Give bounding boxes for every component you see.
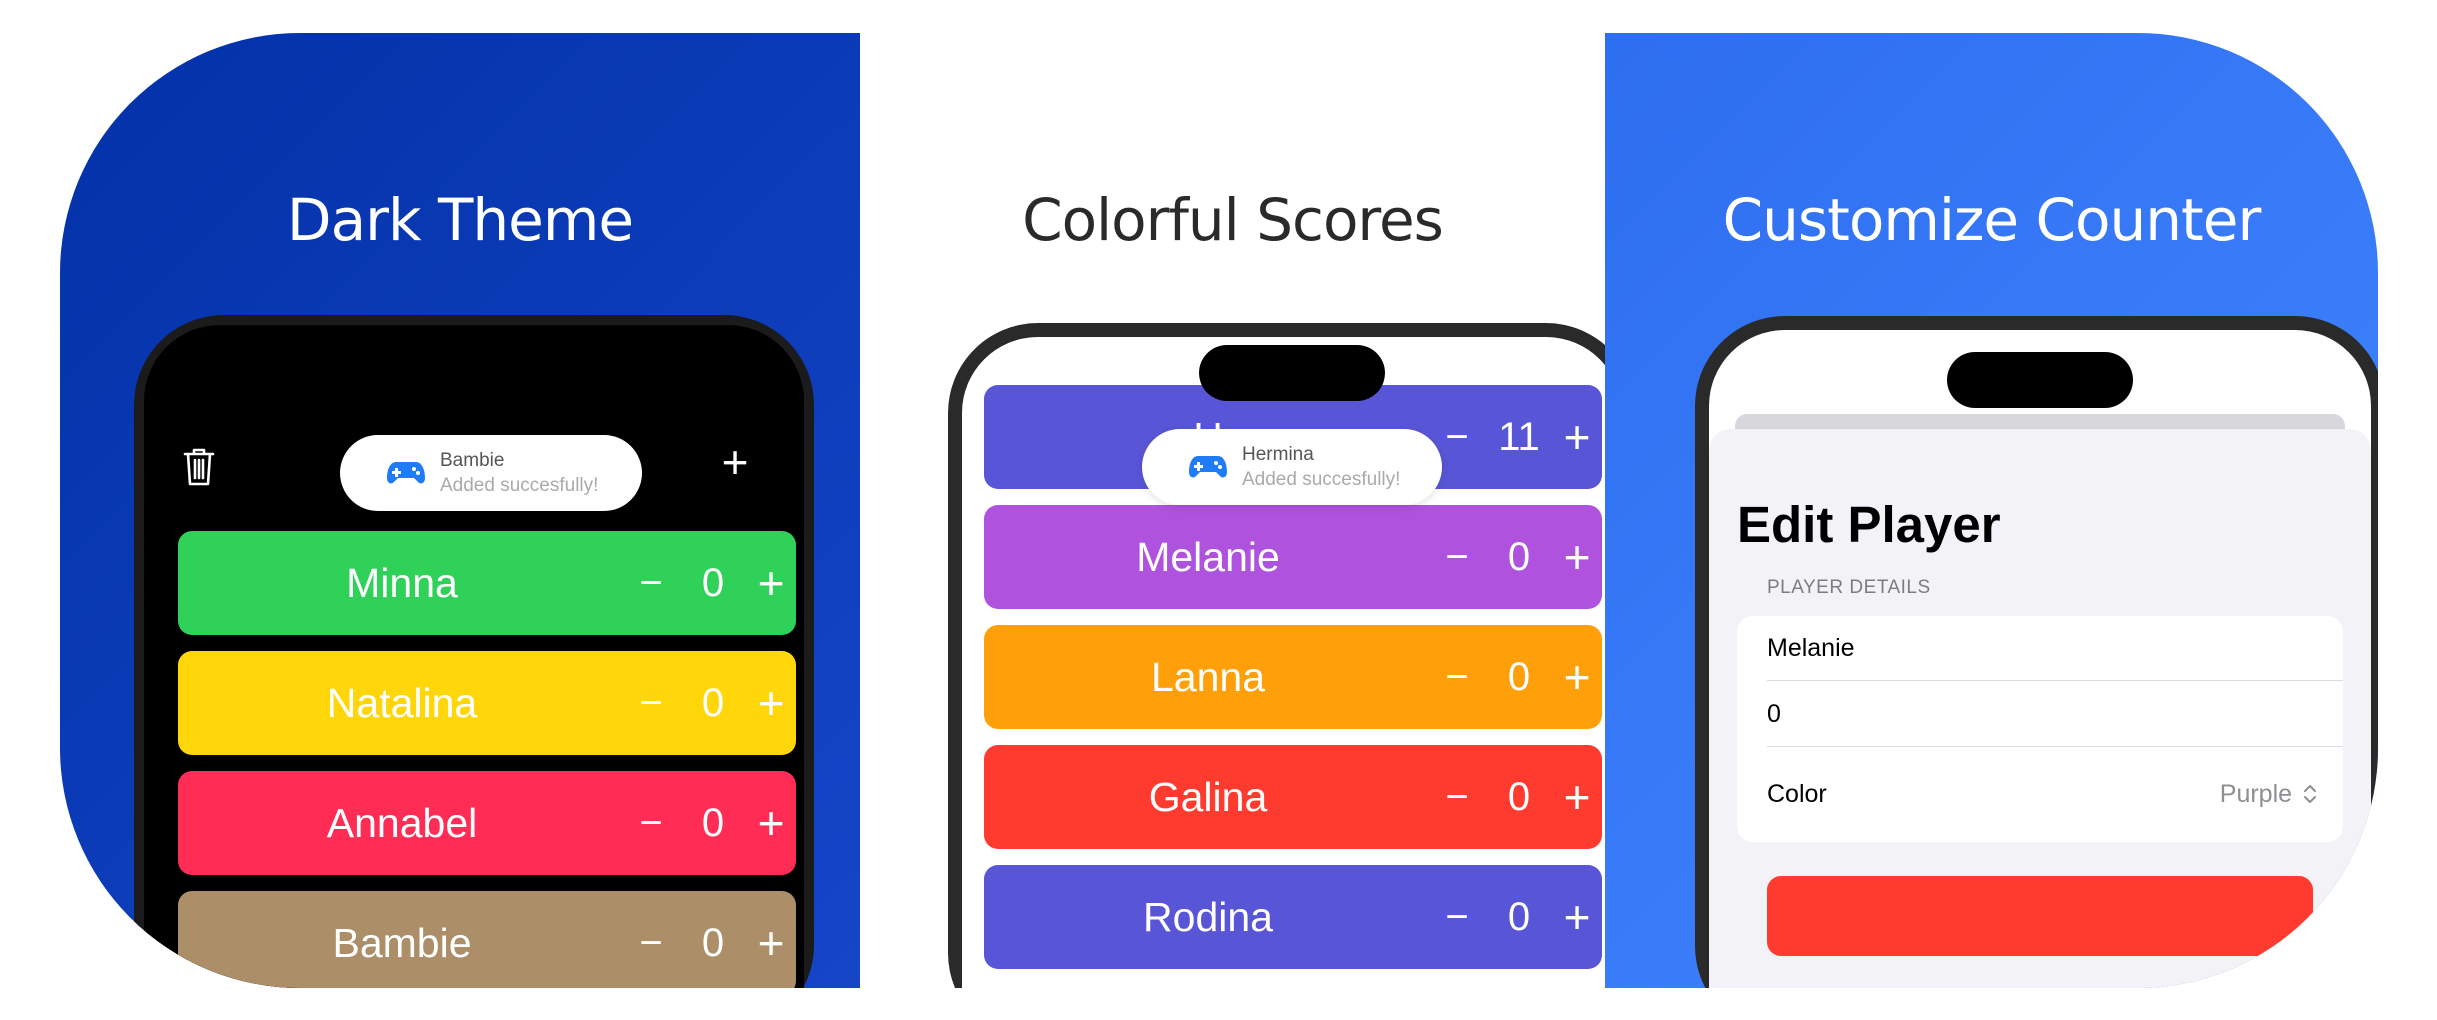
decrement-button[interactable]: −: [1432, 655, 1482, 700]
phone-screen: Bambie Added succesfully! + Minna − 0 + …: [144, 325, 804, 988]
player-score: 0: [1507, 894, 1531, 939]
player-row: Lanna − 0 +: [984, 625, 1602, 729]
increment-button[interactable]: +: [1549, 650, 1605, 704]
player-score: 0: [1507, 534, 1531, 579]
divider: [1767, 680, 2343, 681]
player-score: 0: [701, 560, 725, 605]
phone-mockup: Edit Player PLAYER DETAILS Melanie 0 Col…: [1695, 316, 2378, 988]
toast-title: Bambie: [440, 450, 505, 471]
colorful-scores-panel: Colorful Scores H − 11 + Melanie − 0 + L…: [860, 33, 1605, 988]
panel-title: Dark Theme: [286, 186, 634, 254]
customize-counter-panel: Customize Counter Edit Player PLAYER DET…: [1605, 33, 2378, 988]
dynamic-island: [1199, 345, 1385, 401]
player-row: Bambie − 0 +: [178, 891, 796, 988]
toast-title: Hermina: [1242, 444, 1314, 465]
player-score: 0: [1507, 654, 1531, 699]
color-label: Color: [1767, 780, 1827, 808]
section-header: PLAYER DETAILS: [1767, 577, 1931, 598]
player-name[interactable]: Natalina: [178, 680, 626, 727]
player-row: Rodina − 0 +: [984, 865, 1602, 969]
panel-title: Customize Counter: [1722, 186, 2262, 254]
decrement-button[interactable]: −: [626, 801, 676, 846]
player-score: 0: [701, 800, 725, 845]
decrement-button[interactable]: −: [1432, 895, 1482, 940]
player-row: Annabel − 0 +: [178, 771, 796, 875]
increment-button[interactable]: +: [1549, 890, 1605, 944]
increment-button[interactable]: +: [1549, 770, 1605, 824]
delete-player-button[interactable]: [1767, 876, 2313, 956]
increment-button[interactable]: +: [743, 796, 799, 850]
page-title: Edit Player: [1737, 496, 2001, 553]
panel-title: Colorful Scores: [1022, 186, 1444, 254]
gamecontroller-icon: [387, 462, 425, 484]
toast-subtitle: Added succesfully!: [440, 475, 599, 496]
gamecontroller-icon: [1189, 456, 1227, 478]
chevron-up-down-icon: [2304, 785, 2316, 803]
increment-button[interactable]: +: [1549, 410, 1605, 464]
phone-screen: H − 11 + Melanie − 0 + Lanna − 0 +: [962, 337, 1605, 988]
decrement-button[interactable]: −: [1432, 775, 1482, 820]
decrement-button[interactable]: −: [626, 561, 676, 606]
color-value: Purple: [2219, 780, 2293, 808]
promo-banner: Dark Theme Bambie Added succesfully! + M…: [60, 33, 2378, 988]
add-player-button[interactable]: +: [710, 435, 760, 489]
color-picker[interactable]: Purple: [2220, 780, 2317, 809]
player-score: 0: [701, 920, 725, 965]
divider: [1767, 746, 2343, 747]
player-score: 0: [1507, 774, 1531, 819]
dark-theme-panel: Dark Theme Bambie Added succesfully! + M…: [60, 33, 860, 988]
player-name[interactable]: Lanna: [984, 654, 1432, 701]
increment-button[interactable]: +: [743, 676, 799, 730]
trash-icon[interactable]: [182, 447, 216, 487]
phone-mockup: Bambie Added succesfully! + Minna − 0 + …: [134, 315, 814, 988]
toast-subtitle: Added succesfully!: [1242, 469, 1401, 490]
player-score: 0: [701, 680, 725, 725]
decrement-button[interactable]: −: [626, 681, 676, 726]
player-row: Melanie − 0 +: [984, 505, 1602, 609]
player-row: Natalina − 0 +: [178, 651, 796, 755]
increment-button[interactable]: +: [1549, 530, 1605, 584]
player-score-field[interactable]: 0: [1767, 700, 1781, 729]
phone-screen: Edit Player PLAYER DETAILS Melanie 0 Col…: [1709, 330, 2371, 988]
player-name[interactable]: Melanie: [984, 534, 1432, 581]
player-row: Galina − 0 +: [984, 745, 1602, 849]
player-details-card: Melanie 0 Color Purple: [1737, 616, 2343, 842]
edit-player-sheet: Edit Player PLAYER DETAILS Melanie 0 Col…: [1709, 429, 2371, 988]
dynamic-island: [1947, 352, 2133, 408]
increment-button[interactable]: +: [743, 556, 799, 610]
player-score: 11: [1498, 414, 1540, 459]
decrement-button[interactable]: −: [1432, 535, 1482, 580]
player-name[interactable]: Annabel: [178, 800, 626, 847]
decrement-button[interactable]: −: [626, 921, 676, 966]
increment-button[interactable]: +: [743, 916, 799, 970]
player-name[interactable]: Bambie: [178, 920, 626, 967]
player-row: Minna − 0 +: [178, 531, 796, 635]
player-name[interactable]: Rodina: [984, 894, 1432, 941]
added-toast: Bambie Added succesfully!: [340, 435, 642, 511]
player-name-field[interactable]: Melanie: [1767, 634, 1855, 663]
phone-mockup: H − 11 + Melanie − 0 + Lanna − 0 +: [948, 323, 1605, 988]
player-name[interactable]: Galina: [984, 774, 1432, 821]
player-name[interactable]: Minna: [178, 560, 626, 607]
added-toast: Hermina Added succesfully!: [1142, 429, 1442, 505]
